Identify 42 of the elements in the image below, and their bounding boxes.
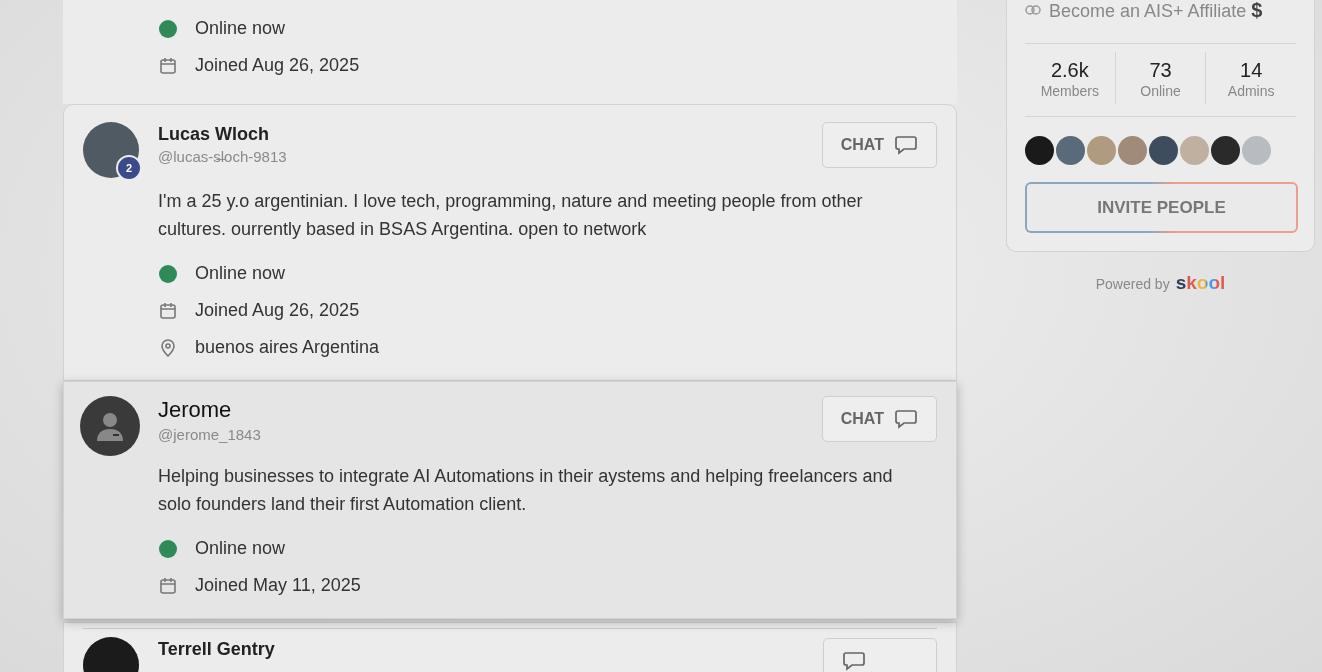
chat-button[interactable]: CHAT (821, 122, 937, 168)
speech-bubble-icon (894, 135, 918, 155)
stat-label: Members (1040, 83, 1099, 99)
stat-value: 14 (1240, 58, 1263, 83)
member-bio: Helping businesses to integrate AI Automations in their aystems and helping freelancers and solo founders land their first Automation client. (158, 465, 894, 516)
chat-button[interactable]: CHAT (821, 396, 937, 442)
calendar-icon (158, 55, 178, 76)
link-icon (1025, 5, 1041, 15)
calendar-icon (158, 575, 178, 596)
location-text: buenos aires Argentina (195, 337, 380, 358)
affiliate-link-text[interactable]: Become an AIS+ Affiliate $ (1049, 0, 1263, 22)
member-bio: I'm a 25 y.o argentinian. I love tech, programming, nature and meeting people from other cultures. ourrently based in BSAS Argentina. open to network (158, 190, 864, 241)
member-name[interactable]: Lucas Wloch (158, 123, 822, 145)
status-text: Online now (195, 18, 286, 39)
member-avatar-photo-placeholder[interactable] (1149, 136, 1178, 165)
joined-date: Joined Aug 26, 2025 (195, 300, 360, 321)
avatar-photo-placeholder[interactable]: 2 (83, 122, 139, 178)
affiliate-link[interactable]: Become an AIS+ Affiliate $ (1025, 0, 1296, 20)
joined-date: Joined May 11, 2025 (195, 575, 361, 596)
member-name[interactable]: Terrell Gentry (158, 638, 823, 660)
location-pin-icon (158, 337, 178, 358)
calendar-icon (158, 300, 178, 321)
default-avatar[interactable] (80, 396, 140, 456)
stat-label: Admins (1227, 83, 1275, 99)
level-badge: 2 (116, 155, 142, 181)
speech-bubble-icon (894, 409, 918, 429)
invite-people-button[interactable]: INVITE PEOPLE (1025, 182, 1298, 233)
status-text: Online now (195, 538, 286, 559)
member-handle: @jerome_1843 (158, 425, 262, 445)
member-avatar-photo-placeholder[interactable] (1211, 136, 1240, 165)
person-silhouette-icon (94, 410, 126, 442)
stat-value: 73 (1149, 58, 1172, 83)
chat-button[interactable] (823, 638, 937, 672)
member-avatar-photo-placeholder[interactable] (1025, 136, 1054, 165)
joined-date: Joined Aug 26, 2025 (195, 55, 360, 76)
member-name[interactable]: Jerome (158, 397, 822, 423)
stat-value: 2.6k (1050, 58, 1089, 83)
status-text: Online now (195, 263, 286, 284)
member-handle: @lucas-s̶loch-9813 (158, 147, 288, 167)
stat-label: Online (1140, 83, 1181, 99)
powered-by-text: Powered by (1095, 276, 1170, 292)
speech-bubble-icon (842, 651, 866, 671)
